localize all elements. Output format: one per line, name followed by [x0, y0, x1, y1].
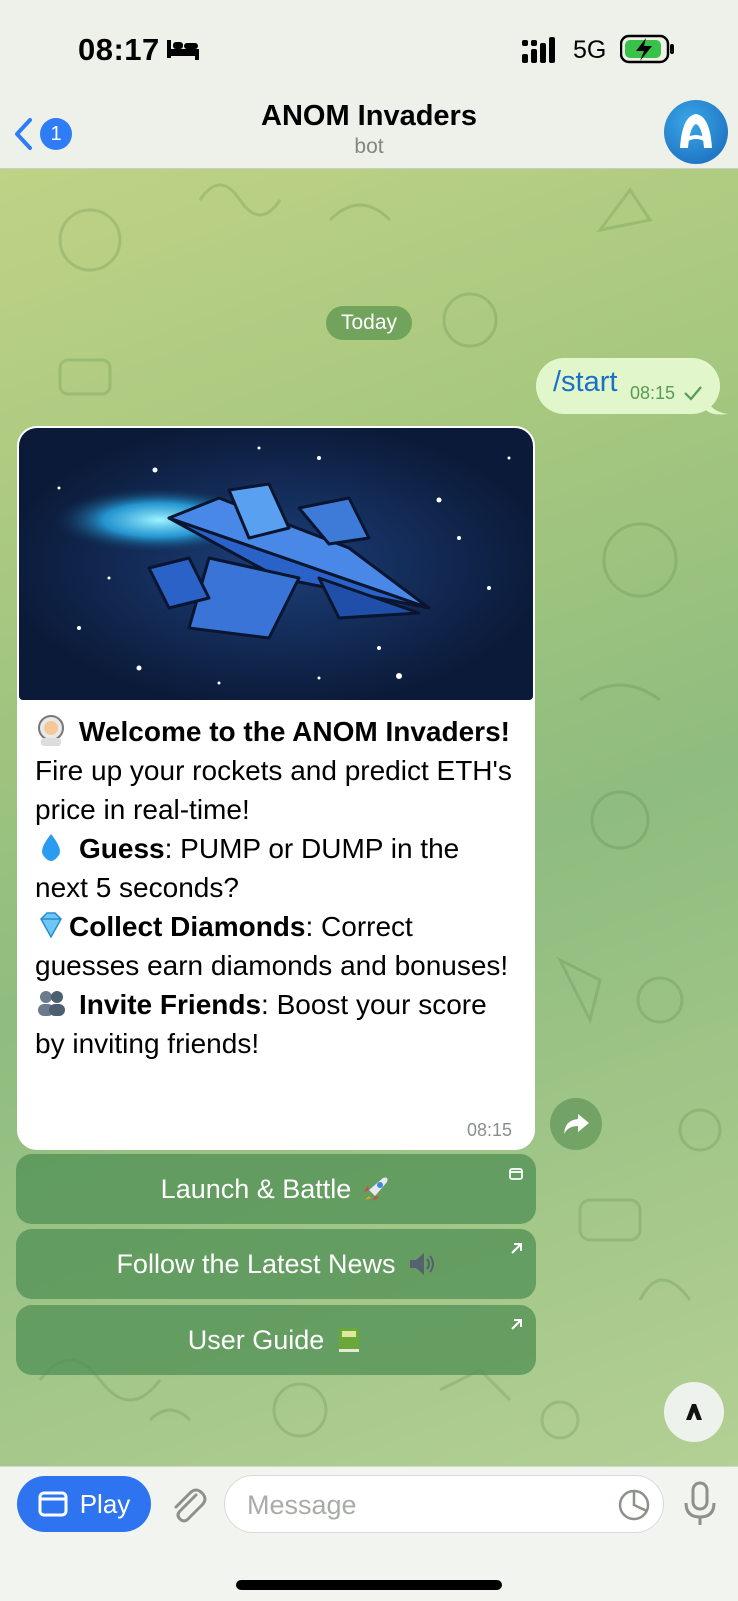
speaker-icon: [409, 1253, 434, 1275]
bot-avatar[interactable]: [664, 100, 728, 164]
user-guide-button[interactable]: User Guide: [16, 1305, 536, 1375]
user-guide-label: User Guide: [187, 1324, 325, 1355]
battery-charging-icon: [620, 34, 674, 64]
outgoing-message-text: /start: [553, 366, 618, 398]
play-menu-button[interactable]: Play: [17, 1476, 151, 1532]
people-icon: [38, 991, 65, 1016]
follow-news-label: Follow the Latest News: [116, 1248, 396, 1279]
welcome-heading: Welcome to the ANOM Invaders!: [79, 716, 510, 747]
chat-title[interactable]: ANOM Invaders: [0, 100, 738, 133]
check-icon: [684, 386, 702, 401]
webapp-icon: [38, 1491, 68, 1517]
mention-button[interactable]: [664, 1382, 724, 1442]
droplet-icon: [42, 834, 60, 861]
message-image[interactable]: [19, 428, 533, 700]
bot-logo-icon: [686, 1404, 702, 1420]
incoming-message-time: 08:15: [467, 1120, 513, 1140]
invite-label: Invite Friends: [79, 989, 262, 1020]
chat-subtitle: bot: [354, 135, 384, 158]
share-arrow-icon: [564, 1114, 589, 1134]
collect-label: Collect Diamonds: [69, 911, 306, 942]
spaceship-image: [49, 446, 511, 685]
rocket-icon: [364, 1177, 388, 1201]
home-indicator: [236, 1580, 502, 1590]
astronaut-icon: [38, 715, 64, 746]
signal-icon: [522, 37, 555, 63]
bed-icon: [167, 40, 199, 60]
message-input[interactable]: [245, 1476, 609, 1534]
intro-line: Fire up your rockets and predict ETH's p…: [35, 755, 512, 825]
diamond-icon: [40, 912, 62, 939]
status-bar: 08:17 5G: [0, 0, 738, 100]
guess-label: Guess: [79, 833, 165, 864]
external-link-icon: [511, 1319, 522, 1330]
message-body: Welcome to the ANOM Invaders! Fire up yo…: [35, 712, 515, 1063]
microphone-icon[interactable]: [682, 1481, 718, 1527]
anom-logo-icon: [680, 114, 712, 148]
share-button[interactable]: [550, 1098, 602, 1150]
bubble-tail: [706, 396, 728, 415]
status-time: 08:17: [78, 32, 160, 67]
play-label: Play: [79, 1488, 131, 1519]
date-chip: Today: [326, 306, 412, 340]
attach-icon[interactable]: [166, 1483, 208, 1525]
sticker-icon[interactable]: [617, 1488, 651, 1522]
book-icon: [339, 1328, 360, 1352]
webapp-icon: [509, 1168, 523, 1180]
launch-battle-button[interactable]: Launch & Battle: [16, 1154, 536, 1224]
message-field[interactable]: [224, 1475, 664, 1534]
outgoing-message-time: 08:15: [630, 383, 676, 403]
chat-header: 1 ANOM Invaders bot: [0, 100, 738, 169]
external-link-icon: [511, 1243, 522, 1254]
incoming-message-card[interactable]: Welcome to the ANOM Invaders! Fire up yo…: [17, 426, 535, 1150]
launch-battle-label: Launch & Battle: [160, 1173, 352, 1204]
network-type: 5G: [573, 36, 607, 64]
follow-news-button[interactable]: Follow the Latest News: [16, 1229, 536, 1299]
